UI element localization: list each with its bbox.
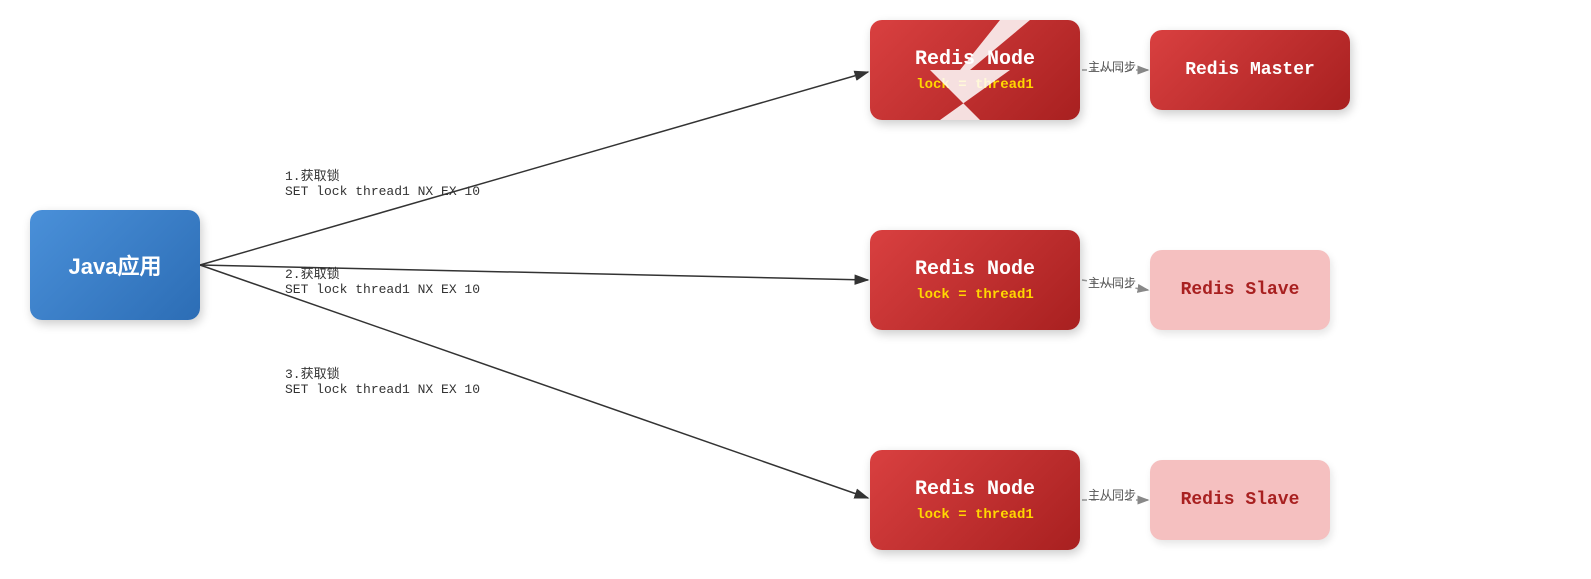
redis-node-1: Redis Node lock = thread1 [870, 20, 1080, 120]
diagram: Java应用 Redis Node lock = thread1 Redis N… [0, 0, 1591, 579]
arrows-layer [0, 0, 1591, 579]
redis-node-1-title: Redis Node [915, 48, 1035, 71]
java-app-label: Java应用 [69, 249, 162, 281]
sync-label-2: 主从同步 [1088, 274, 1136, 291]
arrow-label-2: 2.获取锁 SET lock thread1 NX EX 10 [285, 248, 480, 297]
redis-node-1-data: lock = thread1 [916, 77, 1034, 93]
redis-slave-1-box: Redis Slave [1150, 250, 1330, 330]
redis-node-2-title: Redis Node [915, 258, 1035, 281]
java-app-box: Java应用 [30, 210, 200, 320]
redis-node-2: Redis Node lock = thread1 [870, 230, 1080, 330]
arrow-label-3: 3.获取锁 SET lock thread1 NX EX 10 [285, 348, 480, 397]
redis-node-3-title: Redis Node [915, 478, 1035, 501]
redis-node-3: Redis Node lock = thread1 [870, 450, 1080, 550]
redis-node-3-data: lock = thread1 [916, 507, 1034, 523]
redis-node-2-data: lock = thread1 [916, 287, 1034, 303]
redis-slave-1-label: Redis Slave [1181, 280, 1300, 300]
redis-master-label: Redis Master [1185, 60, 1315, 80]
sync-label-3: 主从同步 [1088, 486, 1136, 503]
sync-label-1: 主从同步 [1088, 58, 1136, 75]
redis-slave-2-box: Redis Slave [1150, 460, 1330, 540]
redis-slave-2-label: Redis Slave [1181, 490, 1300, 510]
redis-master-box: Redis Master [1150, 30, 1350, 110]
arrow-label-1: 1.获取锁 SET lock thread1 NX EX 10 [285, 150, 480, 199]
